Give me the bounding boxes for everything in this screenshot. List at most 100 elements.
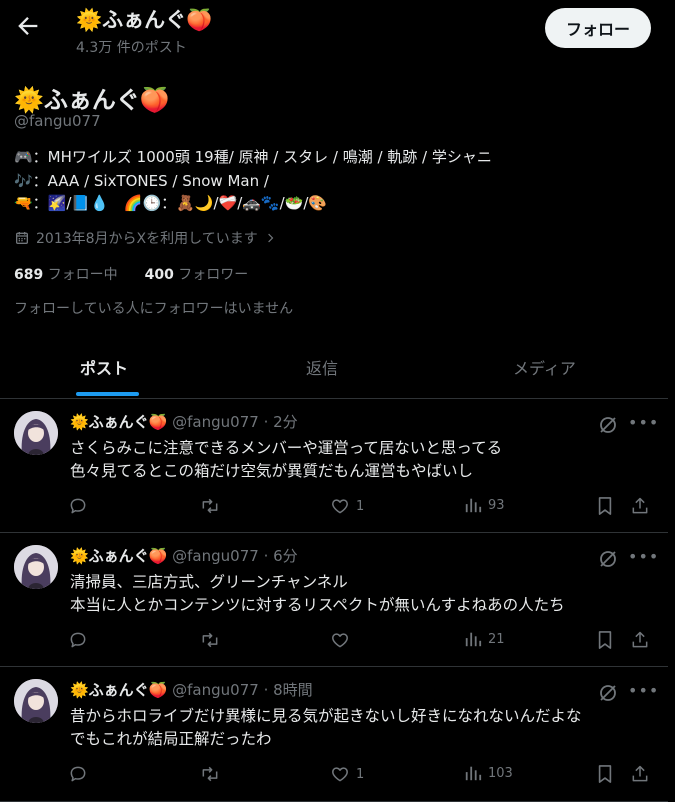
views-count: 103 (488, 765, 513, 781)
tweet-text-line: 本当に人とかコンテンツに対するリスペクトが無いんすよねあの人たち (70, 596, 565, 614)
tweet-author-handle[interactable]: @fangu077 (172, 681, 259, 699)
active-tab-indicator (76, 392, 139, 396)
like-button[interactable] (330, 630, 356, 650)
share-icon (630, 496, 650, 516)
bookmark-button[interactable] (596, 496, 614, 516)
back-arrow-icon[interactable] (14, 12, 42, 40)
share-icon (630, 764, 650, 784)
tweet-header: 🌞ふぁんぐ🍑 @fangu077 · 8時間 (70, 679, 313, 700)
avatar[interactable] (14, 545, 58, 589)
tweet[interactable]: 🌞ふぁんぐ🍑 @fangu077 · 8時間 ••• 昔からホロライブだけ異様に… (0, 667, 668, 802)
tweet[interactable]: 🌞ふぁんぐ🍑 @fangu077 · 6分 ••• 清掃員、三店方式、グリーンチ… (0, 533, 668, 667)
share-button[interactable] (630, 630, 650, 650)
bio-line-2: 🎶：AAA / SixTONES / Snow Man / (14, 172, 269, 190)
reply-button[interactable] (68, 764, 88, 784)
tab-replies[interactable]: 返信 (306, 355, 338, 379)
grok-icon[interactable] (598, 683, 618, 703)
tweet-author-handle[interactable]: @fangu077 (172, 413, 259, 431)
share-icon (630, 630, 650, 650)
follow-button[interactable]: フォロー (545, 8, 651, 48)
views-icon (464, 496, 482, 514)
header-post-count: 4.3万 件のポスト (76, 40, 187, 56)
tweet-text-line: さくらみこに注意できるメンバーや運営って居ないと思ってる (70, 439, 503, 457)
chevron-right-icon (264, 231, 278, 245)
tweet-author-name[interactable]: 🌞ふぁんぐ🍑 (70, 681, 167, 699)
no-followers-note: フォローしている人にフォロワーはいません (14, 301, 294, 317)
profile-handle: @fangu077 (14, 112, 101, 130)
more-icon[interactable]: ••• (628, 547, 659, 566)
views-icon (464, 630, 482, 648)
bookmark-icon (596, 630, 614, 650)
retweet-button[interactable] (199, 496, 221, 516)
tweet-text: 清掃員、三店方式、グリーンチャンネル 本当に人とかコンテンツに対するリスペクトが… (70, 571, 565, 617)
header-name: 🌞ふぁんぐ🍑 (76, 8, 213, 32)
like-count: 1 (356, 766, 365, 782)
reply-icon (68, 764, 88, 784)
retweet-icon (199, 764, 221, 784)
following-count: 689 (14, 267, 44, 283)
views-button[interactable]: 93 (464, 496, 505, 514)
tweet-author-name[interactable]: 🌞ふぁんぐ🍑 (70, 413, 167, 431)
bookmark-icon (596, 764, 614, 784)
tweet-header: 🌞ふぁんぐ🍑 @fangu077 · 6分 (70, 545, 298, 566)
share-button[interactable] (630, 764, 650, 784)
retweet-button[interactable] (199, 764, 221, 784)
bookmark-icon (596, 496, 614, 516)
calendar-icon (14, 230, 30, 246)
like-icon (330, 496, 350, 516)
tweet-author-handle[interactable]: @fangu077 (172, 547, 259, 565)
more-icon[interactable]: ••• (628, 413, 659, 432)
reply-icon (68, 496, 88, 516)
tweet[interactable]: 🌞ふぁんぐ🍑 @fangu077 · 2分 ••• さくらみこに注意できるメンバ… (0, 399, 668, 533)
followers-link[interactable]: 400 フォロワー (145, 267, 249, 283)
like-count: 1 (356, 498, 365, 514)
retweet-icon (199, 496, 221, 516)
views-icon (464, 764, 482, 782)
avatar[interactable] (14, 411, 58, 455)
following-link[interactable]: 689 フォロー中 (14, 267, 118, 283)
retweet-icon (199, 630, 221, 650)
joined-date[interactable]: 2013年8月からXを利用しています (14, 228, 278, 248)
bio-line-3: 🔫：🌠/📘💧 🌈🕒：🧸🌙/❤️‍🩹/🚓🐾/🥗/🎨 (14, 194, 328, 212)
tab-posts[interactable]: ポスト (80, 355, 128, 379)
tweet-text: さくらみこに注意できるメンバーや運営って居ないと思ってる 色々見てるとこの箱だけ… (70, 437, 502, 483)
joined-label: 2013年8月からXを利用しています (36, 231, 258, 247)
share-button[interactable] (630, 496, 650, 516)
like-icon (330, 630, 350, 650)
followers-count: 400 (144, 267, 174, 283)
bio-line-1: 🎮：MHワイルズ 1000頭 19種/ 原神 / スタレ / 鳴潮 / 軌跡 /… (14, 148, 492, 166)
reply-button[interactable] (68, 630, 88, 650)
grok-icon[interactable] (598, 415, 618, 435)
tweet-text: 昔からホロライブだけ異様に見る気が起きないし好きになれないんだよな でもこれが結… (70, 705, 582, 751)
tab-media[interactable]: メディア (513, 355, 576, 379)
tweet-time[interactable]: · 8時間 (264, 681, 313, 699)
retweet-button[interactable] (199, 630, 221, 650)
profile-name: 🌞ふぁんぐ🍑 (14, 86, 170, 114)
grok-icon[interactable] (598, 549, 618, 569)
bookmark-button[interactable] (596, 630, 614, 650)
following-label: フォロー中 (47, 267, 118, 283)
tweet-actions: 21 (68, 630, 658, 654)
tweet-author-name[interactable]: 🌞ふぁんぐ🍑 (70, 547, 167, 565)
tweet-actions: 1 93 (68, 496, 658, 520)
tweet-text-line: 色々見てるとこの箱だけ空気が異質だもん運営もやばいし (70, 462, 474, 480)
views-count: 93 (488, 497, 505, 513)
reply-button[interactable] (68, 496, 88, 516)
tweet-time[interactable]: · 6分 (264, 547, 298, 565)
reply-icon (68, 630, 88, 650)
views-count: 21 (488, 631, 505, 647)
avatar[interactable] (14, 679, 58, 723)
tweet-actions: 1 103 (68, 764, 658, 788)
tweet-text-line: 昔からホロライブだけ異様に見る気が起きないし好きになれないんだよな (70, 707, 582, 725)
like-button[interactable]: 1 (330, 764, 364, 784)
views-button[interactable]: 103 (464, 764, 513, 782)
more-icon[interactable]: ••• (628, 681, 659, 700)
views-button[interactable]: 21 (464, 630, 505, 648)
like-button[interactable]: 1 (330, 496, 364, 516)
like-icon (330, 764, 350, 784)
tweet-time[interactable]: · 2分 (264, 413, 298, 431)
tweet-header: 🌞ふぁんぐ🍑 @fangu077 · 2分 (70, 411, 298, 432)
follow-counts: 689 フォロー中 400 フォロワー (14, 264, 248, 284)
bookmark-button[interactable] (596, 764, 614, 784)
tweet-text-line: 清掃員、三店方式、グリーンチャンネル (70, 573, 348, 591)
